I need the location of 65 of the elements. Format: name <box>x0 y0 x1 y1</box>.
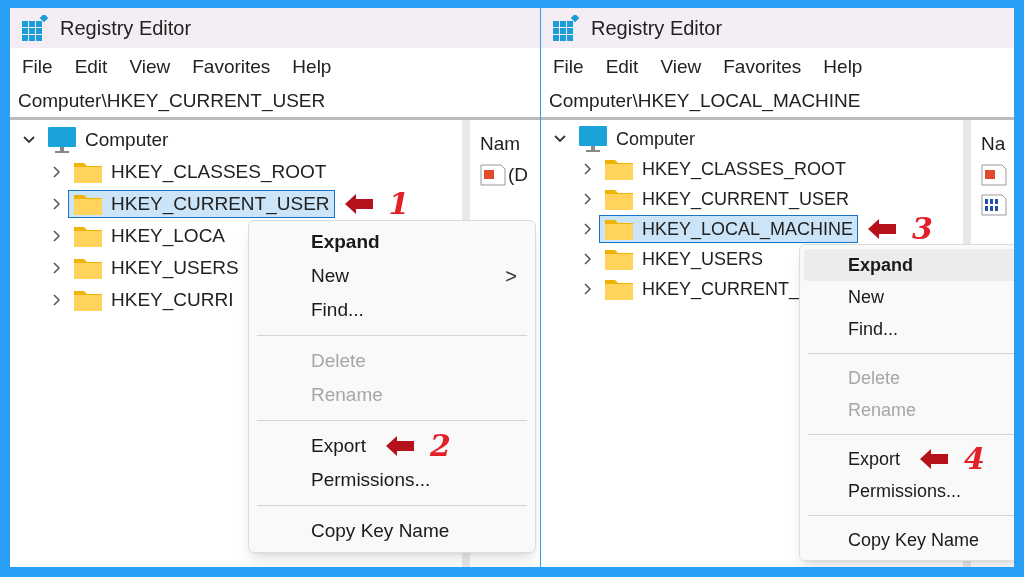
menu-option[interactable]: Export <box>804 443 911 475</box>
menu-item[interactable]: Edit <box>74 52 108 82</box>
string-value-icon <box>981 162 1007 188</box>
menu-item[interactable]: Favorites <box>723 52 802 82</box>
folder-icon <box>604 247 634 271</box>
submenu-arrow: > <box>505 264 517 289</box>
folder-icon <box>73 192 103 216</box>
arrow-icon <box>920 449 949 469</box>
step-number: 1 <box>388 189 410 219</box>
menu-item[interactable]: Help <box>823 52 863 82</box>
app-icon <box>22 15 50 41</box>
menu-option[interactable]: Permissions... <box>804 475 972 507</box>
menu-item[interactable]: File <box>22 52 53 82</box>
monitor-icon <box>47 126 77 154</box>
menu-item[interactable]: Edit <box>605 52 639 82</box>
menu-option[interactable]: Export <box>253 429 376 463</box>
tree-item[interactable]: HKEY_CLASSES_ROOT <box>599 155 852 183</box>
folder-icon <box>73 288 103 312</box>
window-title: Registry Editor <box>591 16 723 41</box>
column-header[interactable]: Nam <box>480 130 540 160</box>
folder-icon <box>604 277 634 301</box>
folder-icon <box>73 160 103 184</box>
tree-item[interactable]: HKEY_LOCAL_MACHINE <box>599 215 859 243</box>
tree-item[interactable]: HKEY_CURRENT_ <box>599 275 805 303</box>
tree-item[interactable]: HKEY_CURRENT_USER <box>68 190 335 218</box>
menu-option[interactable]: New <box>804 281 894 313</box>
tree-item[interactable]: Computer <box>573 125 701 153</box>
arrow-icon <box>344 194 373 214</box>
menu-item[interactable]: File <box>553 52 584 82</box>
menu-option[interactable]: Expand <box>804 249 1014 281</box>
column-header[interactable]: Na <box>981 130 1014 160</box>
arrow-icon <box>868 219 897 239</box>
monitor-icon <box>578 125 608 153</box>
step-number: 2 <box>429 431 451 461</box>
tree-item[interactable]: HKEY_CURRI <box>68 286 239 314</box>
tree-item[interactable]: HKEY_USERS <box>599 245 769 273</box>
tree-item[interactable]: HKEY_LOCA <box>68 222 231 250</box>
folder-icon <box>604 217 634 241</box>
arrow-icon <box>385 436 414 456</box>
menu-option[interactable]: Copy Key Name <box>253 514 460 548</box>
tree-item[interactable]: Computer <box>42 126 174 154</box>
tree-item[interactable]: HKEY_USERS <box>68 254 244 282</box>
menu-option[interactable]: Expand <box>253 225 390 259</box>
step-number: 4 <box>964 444 985 474</box>
value-name[interactable]: (D <box>508 160 529 190</box>
menu-option[interactable]: Copy Key Name <box>804 524 990 556</box>
menu-option[interactable]: Permissions... <box>253 463 441 497</box>
tree-item[interactable]: HKEY_CURRENT_USER <box>599 185 855 213</box>
tree-item[interactable]: HKEY_CLASSES_ROOT <box>68 158 332 186</box>
menu-item[interactable]: Help <box>292 52 332 82</box>
step-number: 3 <box>912 214 933 244</box>
folder-icon <box>73 224 103 248</box>
folder-icon <box>604 187 634 211</box>
string-value-icon <box>480 162 506 188</box>
folder-icon <box>604 157 634 181</box>
folder-icon <box>73 256 103 280</box>
binary-value-icon <box>981 192 1007 218</box>
menu-item[interactable]: View <box>660 52 702 82</box>
menu-option[interactable]: Find... <box>804 313 909 345</box>
menu-option[interactable]: New <box>253 259 506 293</box>
app-icon <box>553 15 581 41</box>
menu-option[interactable]: Find... <box>253 293 374 327</box>
window-title: Registry Editor <box>60 16 192 41</box>
menu-item[interactable]: View <box>129 52 171 82</box>
menu-item[interactable]: Favorites <box>192 52 271 82</box>
